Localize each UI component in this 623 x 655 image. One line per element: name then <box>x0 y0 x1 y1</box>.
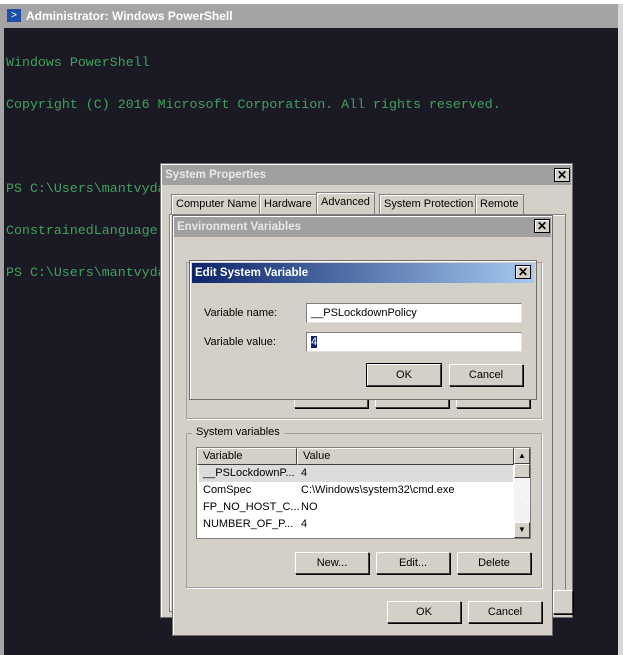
edit-variable-button[interactable]: Edit... <box>376 552 450 574</box>
value-cell: NO <box>301 501 318 513</box>
vertical-scrollbar[interactable]: ▲ ▼ <box>514 448 530 538</box>
scroll-down-icon[interactable]: ▼ <box>514 522 530 538</box>
column-header-variable[interactable]: Variable <box>197 448 297 465</box>
powershell-title-bar[interactable]: Administrator: Windows PowerShell <box>4 4 618 28</box>
tab-remote[interactable]: Remote <box>475 194 524 214</box>
value-cell: C:\Windows\system32\cmd.exe <box>301 484 455 496</box>
edit-system-variable-dialog: Edit System Variable ✕ Variable name: __… <box>189 260 537 400</box>
variable-cell: FP_NO_HOST_C... <box>203 501 300 513</box>
close-icon[interactable]: ✕ <box>554 168 570 182</box>
edit-cancel-button[interactable]: Cancel <box>449 364 523 386</box>
variable-cell: ComSpec <box>203 484 252 496</box>
edit-ok-button[interactable]: OK <box>366 363 442 387</box>
variable-cell: NUMBER_OF_P... <box>203 518 294 530</box>
variable-name-input[interactable]: __PSLockdownPolicy <box>306 303 522 323</box>
variable-value-input[interactable]: 4 <box>306 332 522 352</box>
close-icon[interactable]: ✕ <box>515 265 531 279</box>
tab-hardware[interactable]: Hardware <box>259 194 317 214</box>
close-icon[interactable]: ✕ <box>534 219 550 233</box>
window-border <box>0 4 4 655</box>
window-border <box>618 4 623 655</box>
new-variable-button[interactable]: New... <box>295 552 369 574</box>
console-line: Copyright (C) 2016 Microsoft Corporation… <box>6 97 501 112</box>
cancel-button[interactable]: Cancel <box>468 601 542 623</box>
table-row[interactable]: FP_NO_HOST_C... NO <box>199 499 513 516</box>
scroll-up-icon[interactable]: ▲ <box>514 448 530 464</box>
delete-variable-button[interactable]: Delete <box>457 552 531 574</box>
ok-button[interactable]: OK <box>387 601 461 623</box>
edit-dialog-title-bar[interactable]: Edit System Variable <box>192 263 534 283</box>
environment-variables-title-bar[interactable]: Environment Variables <box>174 217 551 237</box>
table-row[interactable]: ComSpec C:\Windows\system32\cmd.exe <box>199 482 513 499</box>
selected-text: 4 <box>311 336 318 348</box>
value-cell: 4 <box>301 467 308 479</box>
value-cell: 4 <box>301 518 308 530</box>
system-variables-label: System variables <box>192 426 284 438</box>
variable-cell: __PSLockdownP... <box>203 467 295 479</box>
table-row[interactable]: NUMBER_OF_P... 4 <box>199 516 513 533</box>
table-row[interactable]: __PSLockdownP... 4 <box>199 465 513 482</box>
system-properties-button[interactable] <box>553 590 573 614</box>
system-variables-list[interactable]: Variable Value __PSLockdownP... 4 ComSpec… <box>196 447 531 539</box>
console-line: Windows PowerShell <box>6 55 150 70</box>
powershell-icon: > <box>7 9 21 22</box>
system-properties-title-bar[interactable]: System Properties <box>162 165 571 185</box>
variable-name-label: Variable name: <box>204 307 278 319</box>
variable-value-label: Variable value: <box>204 336 276 348</box>
tab-system-protection[interactable]: System Protection <box>379 194 479 214</box>
tab-advanced[interactable]: Advanced <box>316 192 375 214</box>
scroll-thumb[interactable] <box>514 464 530 478</box>
column-header-value[interactable]: Value <box>297 448 514 465</box>
tab-computer-name[interactable]: Computer Name <box>171 194 262 214</box>
